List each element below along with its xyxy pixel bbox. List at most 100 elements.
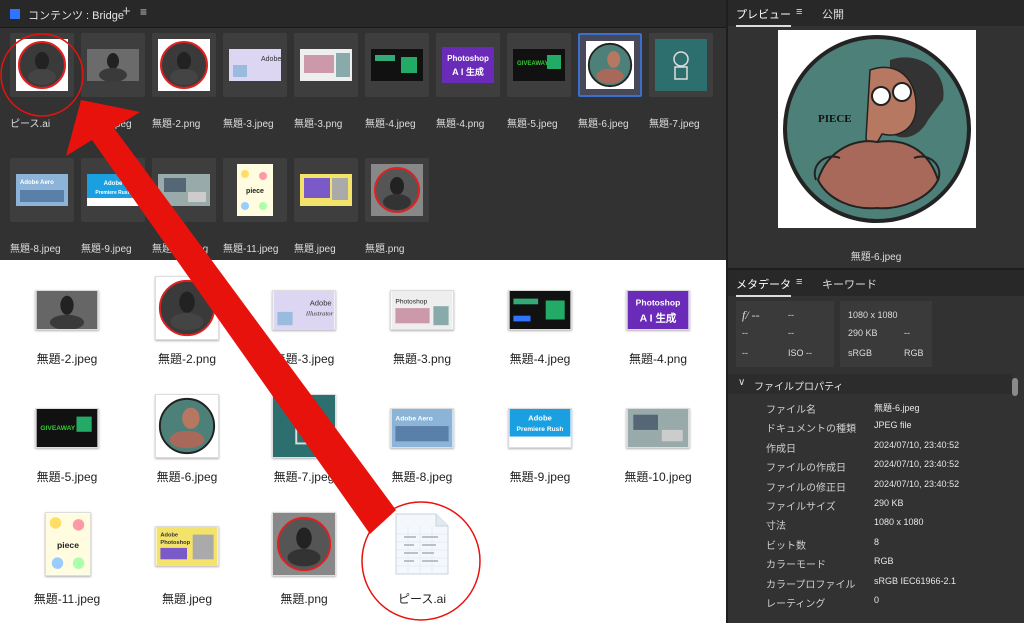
fstop-value: f/ -- bbox=[742, 308, 760, 322]
file-icon-piece-ai[interactable] bbox=[392, 512, 452, 576]
file-icon-untitled-3-jpeg[interactable]: Adobe Illustrator bbox=[272, 284, 336, 336]
finder-panel: Adobe Illustrator Photoshop Photoshop A I … bbox=[0, 260, 726, 623]
file-icon-untitled-11-jpeg[interactable]: piece bbox=[45, 512, 91, 576]
file-icon-untitled-7-jpeg[interactable] bbox=[272, 394, 336, 458]
thumbnail-untitled-4-png[interactable]: Photoshop A I 生成 bbox=[436, 33, 500, 97]
property-value: 0 bbox=[874, 595, 880, 605]
chevron-down-icon[interactable]: ∨ bbox=[738, 377, 745, 388]
thumbnail-label: 無題.jpeg bbox=[294, 244, 336, 255]
property-value: 無題-6.jpeg bbox=[874, 403, 920, 413]
photoshop-yellow-banner bbox=[300, 174, 352, 206]
file-label: 無題.png bbox=[280, 592, 328, 606]
panel-menu-icon[interactable]: ≡ bbox=[140, 5, 147, 19]
tab-publish[interactable]: 公開 bbox=[822, 6, 844, 22]
property-value: 1080 x 1080 bbox=[874, 517, 924, 528]
thumbnail-untitled-jpeg[interactable] bbox=[294, 158, 358, 222]
thumbnail-label: 無題-5.jpeg bbox=[507, 119, 558, 130]
file-icon-untitled-4-png[interactable]: Photoshop A I 生成 bbox=[626, 284, 690, 336]
horse-photo-image bbox=[35, 290, 99, 330]
dark-banner bbox=[508, 290, 572, 330]
file-icon-untitled-jpeg[interactable]: Adobe Photoshop bbox=[155, 520, 219, 572]
thumbnail-untitled-png[interactable] bbox=[365, 158, 429, 222]
dark-banner bbox=[371, 49, 423, 81]
property-key: ドキュメントの種類 bbox=[766, 424, 856, 436]
file-properties-header[interactable]: ∨ ファイルプロパティ bbox=[728, 374, 1012, 394]
photoshop-banner: Photoshop bbox=[390, 290, 454, 330]
horse-badge-image bbox=[155, 394, 219, 458]
tab-preview[interactable]: プレビュー bbox=[736, 6, 791, 27]
thumbnail-untitled-3-png[interactable] bbox=[294, 33, 358, 97]
tab-metadata[interactable]: メタデータ bbox=[736, 276, 791, 297]
thumbnail-untitled-3-jpeg[interactable]: Adobe bbox=[223, 33, 287, 97]
teal-character-image bbox=[272, 394, 336, 458]
file-icon-untitled-2-jpeg[interactable] bbox=[35, 284, 99, 336]
banner-text: Adobe Aero bbox=[395, 415, 432, 422]
file-label: 無題-4.png bbox=[628, 352, 688, 366]
thumbnail-untitled-7-jpeg[interactable] bbox=[649, 33, 713, 97]
property-key: ビット数 bbox=[766, 540, 806, 552]
file-label: 無題-9.jpeg bbox=[509, 470, 571, 484]
thumbnail-untitled-5-jpeg[interactable]: GIVEAWAY bbox=[507, 33, 571, 97]
property-row: ファイルサイズ 290 KB bbox=[728, 495, 1012, 514]
add-tab-button[interactable]: + bbox=[122, 3, 131, 20]
property-value: sRGB IEC61966-2.1 bbox=[874, 575, 957, 586]
horse-gray-image bbox=[272, 512, 336, 576]
banner-text: Adobe Aero bbox=[20, 180, 54, 186]
piece-logo-text: PIECE bbox=[818, 113, 852, 125]
thumbnail-untitled-4-jpeg[interactable] bbox=[365, 33, 429, 97]
file-icon-untitled-png[interactable] bbox=[272, 512, 336, 576]
camera-value: -- bbox=[742, 328, 748, 338]
file-icon-untitled-10-jpeg[interactable] bbox=[626, 402, 690, 454]
thumbnail-piece-ai[interactable] bbox=[10, 33, 74, 97]
panel-menu-icon[interactable]: ≡ bbox=[796, 276, 802, 288]
thumbnail-untitled-9-jpeg[interactable]: Adobe Premiere Rush bbox=[81, 158, 145, 222]
property-row: ファイル名 無題-6.jpeg bbox=[728, 398, 1012, 417]
thumbnail-label: 無題-3.jpeg bbox=[223, 119, 274, 130]
file-label: ピース.ai bbox=[397, 592, 447, 606]
thumbnail-label: 無題-7.jpeg bbox=[649, 119, 700, 130]
content-panel-title[interactable]: コンテンツ : Bridge bbox=[28, 7, 124, 23]
thumbnail-label: ピース.ai bbox=[10, 119, 51, 130]
dimensions-value: 1080 x 1080 bbox=[848, 310, 898, 320]
file-icon-untitled-4-jpeg[interactable] bbox=[508, 284, 572, 336]
thumbnail-untitled-2-png[interactable] bbox=[152, 33, 216, 97]
tab-keywords[interactable]: キーワード bbox=[822, 276, 877, 292]
thumbnail-untitled-11-jpeg[interactable]: piece bbox=[223, 158, 287, 222]
property-row: カラーモード RGB bbox=[728, 553, 1012, 572]
thumbnail-untitled-10-jpeg[interactable] bbox=[152, 158, 216, 222]
horse-circle-image bbox=[16, 39, 68, 91]
property-value: 8 bbox=[874, 536, 880, 547]
file-icon-untitled-5-jpeg[interactable]: GIVEAWAY bbox=[35, 402, 99, 454]
thumbnail-untitled-8-jpeg[interactable]: Adobe Aero bbox=[10, 158, 74, 222]
property-key: レーティング bbox=[766, 599, 826, 610]
thumbnail-label: 無題-8.jpeg bbox=[10, 244, 61, 255]
file-icon-untitled-2-png[interactable] bbox=[155, 276, 219, 340]
thumbnail-label: 無題-9.jpeg bbox=[81, 244, 132, 255]
panel-menu-icon[interactable]: ≡ bbox=[796, 6, 802, 18]
thumbnail-untitled-2-jpeg[interactable] bbox=[81, 33, 145, 97]
property-key: 寸法 bbox=[766, 521, 786, 533]
property-key: ファイルサイズ bbox=[766, 502, 836, 513]
photoshop-yellow-banner: AdobePhotoshop bbox=[155, 526, 219, 566]
desk-photo-banner bbox=[626, 408, 690, 448]
property-key: ファイル名 bbox=[766, 405, 816, 416]
file-icon-untitled-9-jpeg[interactable]: Adobe Premiere Rush bbox=[508, 402, 572, 454]
document-icon bbox=[395, 513, 449, 575]
file-icon-untitled-3-png[interactable]: Photoshop bbox=[390, 284, 454, 336]
property-row: ビット数 8 bbox=[728, 534, 1012, 553]
property-row: ファイルの修正日 2024/07/10, 23:40:52 bbox=[728, 476, 1012, 495]
file-icon-untitled-8-jpeg[interactable]: Adobe Aero bbox=[390, 402, 454, 454]
preview-tabs: プレビュー ≡ 公開 bbox=[728, 0, 1024, 27]
banner-text: Premiere Rush bbox=[95, 190, 130, 196]
property-row: 寸法 1080 x 1080 bbox=[728, 514, 1012, 533]
scrollbar[interactable] bbox=[1012, 378, 1018, 396]
banner-text: Adobe bbox=[261, 56, 281, 63]
banner-text: A I 生成 bbox=[640, 311, 677, 324]
file-icon-untitled-6-jpeg[interactable] bbox=[155, 394, 219, 458]
property-row: ドキュメントの種類 JPEG file bbox=[728, 417, 1012, 436]
property-key: ファイルの作成日 bbox=[766, 463, 846, 475]
property-row: レーティング 0 bbox=[728, 592, 1012, 611]
file-label: 無題-10.jpeg bbox=[624, 470, 692, 484]
thumbnail-label: 無題-6.jpeg bbox=[578, 119, 629, 130]
thumbnail-untitled-6-jpeg[interactable] bbox=[578, 33, 642, 97]
